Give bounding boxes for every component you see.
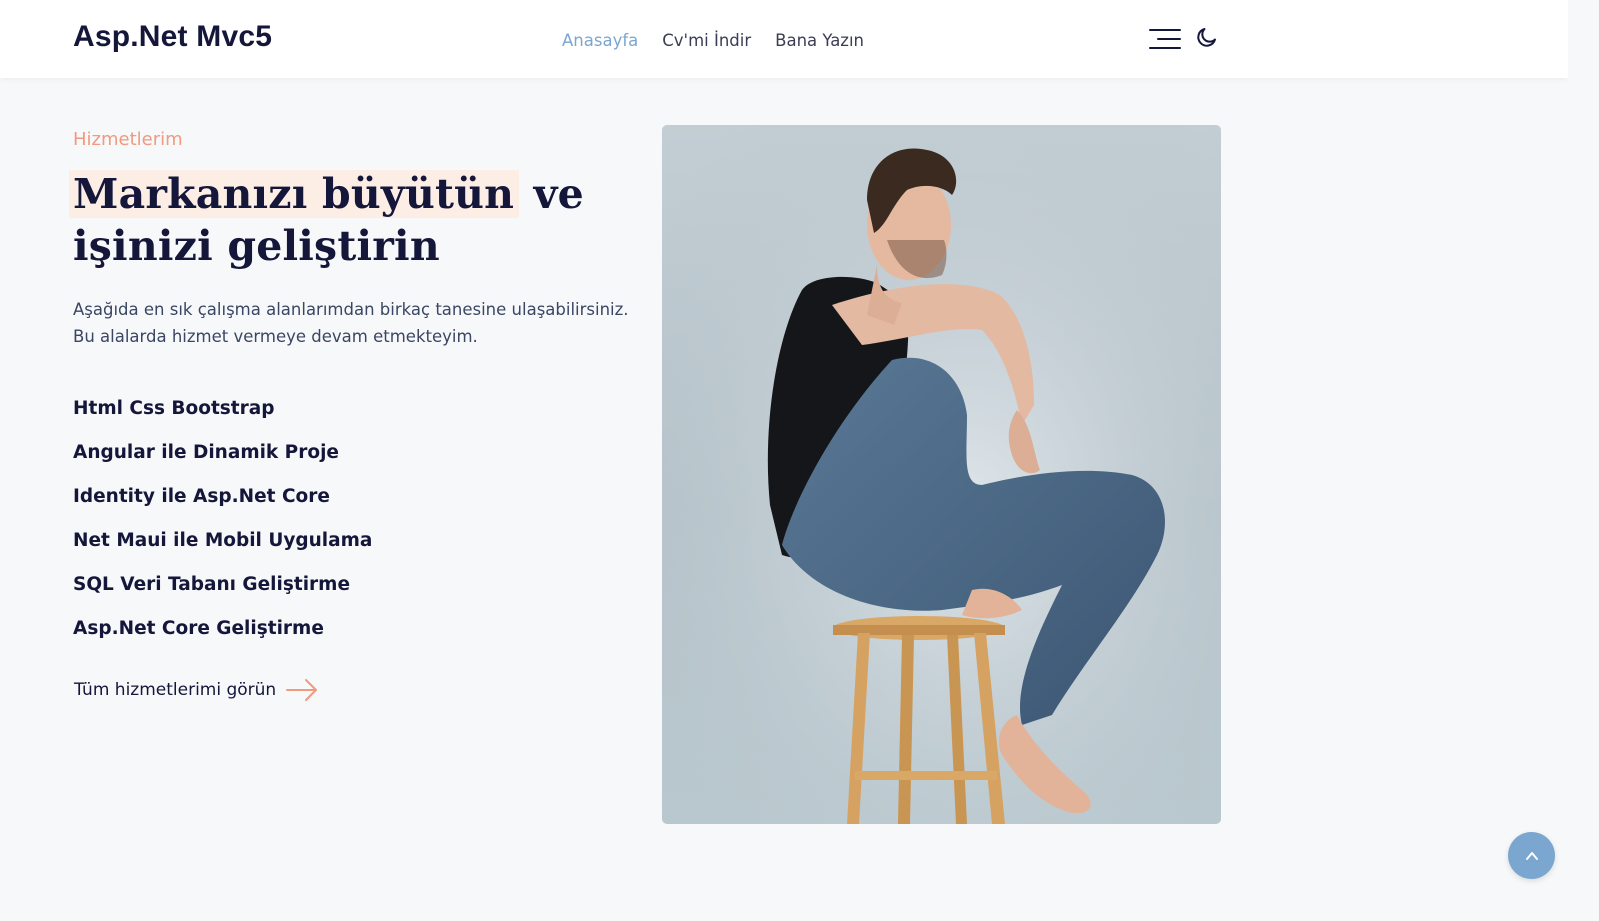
all-services-link[interactable]: Tüm hizmetlerimi görün	[74, 678, 318, 702]
chevron-up-icon	[1525, 851, 1538, 860]
service-item: Angular ile Dinamik Proje	[73, 442, 339, 463]
brand-logo[interactable]: Asp.Net Mvc5	[73, 20, 272, 54]
section-description: Aşağıda en sık çalışma alanlarımdan birk…	[73, 300, 629, 346]
service-item: Net Maui ile Mobil Uygulama	[73, 530, 373, 551]
service-item: Html Css Bootstrap	[73, 398, 275, 419]
menu-icon[interactable]	[1149, 28, 1181, 50]
hero-photo	[662, 125, 1221, 824]
top-navbar: Asp.Net Mvc5 Anasayfa Cv'mi İndir Bana Y…	[0, 0, 1568, 78]
scrollbar-track[interactable]	[1568, 0, 1599, 921]
section-headline: Markanızı büyütün ve işinizi geliştirin	[69, 168, 633, 272]
services-list: Html Css Bootstrap Angular ile Dinamik P…	[73, 398, 372, 662]
scroll-to-top-button[interactable]	[1508, 832, 1555, 879]
nav-link-home[interactable]: Anasayfa	[562, 31, 638, 50]
nav-link-download-cv[interactable]: Cv'mi İndir	[662, 31, 751, 50]
all-services-label: Tüm hizmetlerimi görün	[74, 680, 277, 700]
person-on-stool-illustration	[662, 125, 1221, 824]
arrow-right-icon	[286, 679, 318, 701]
service-item: Identity ile Asp.Net Core	[73, 486, 330, 507]
service-item: SQL Veri Tabanı Geliştirme	[73, 574, 350, 595]
main-nav: Anasayfa Cv'mi İndir Bana Yazın	[562, 31, 864, 50]
section-eyebrow: Hizmetlerim	[73, 129, 183, 150]
nav-link-contact[interactable]: Bana Yazın	[775, 31, 864, 50]
service-item: Asp.Net Core Geliştirme	[73, 618, 324, 639]
headline-highlight: Markanızı büyütün	[69, 170, 520, 218]
moon-icon[interactable]	[1195, 25, 1219, 49]
